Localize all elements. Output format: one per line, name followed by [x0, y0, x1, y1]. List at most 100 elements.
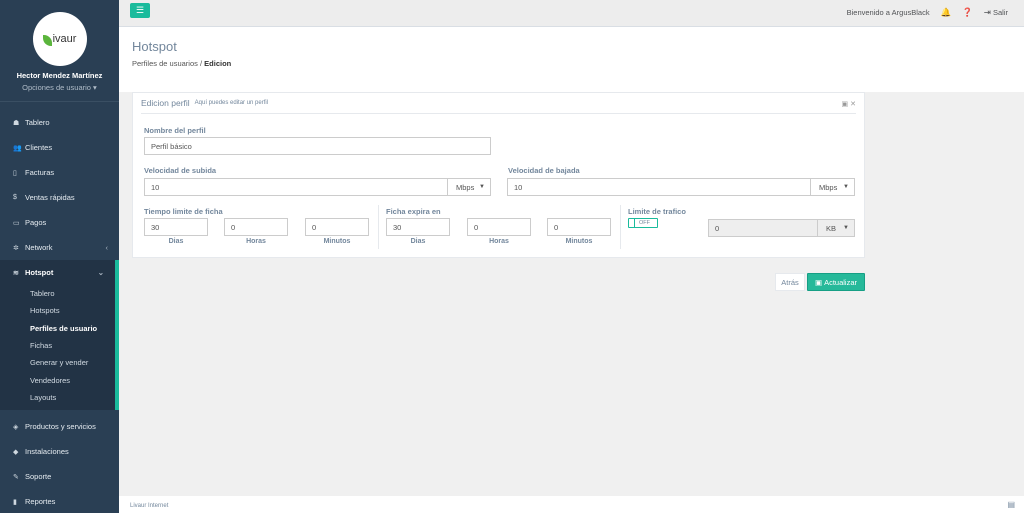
hotspot-group: ≋ Hotspot ⌄ Tablero Hotspots Perfiles de u…: [0, 260, 119, 411]
upload-unit-select[interactable]: Mbps ▼: [448, 178, 491, 196]
traffic-unit-select[interactable]: KB ▼: [818, 219, 855, 237]
breadcrumb-parent[interactable]: Perfiles de usuarios: [132, 59, 198, 68]
minutes-label: Minutos: [565, 238, 593, 245]
book-icon: ▮: [13, 498, 17, 506]
days-label: Dias: [410, 238, 426, 245]
users-icon: 👥: [13, 144, 22, 152]
profile-name-input[interactable]: Perfil básico: [144, 137, 491, 155]
breadcrumb-separator: /: [199, 59, 203, 68]
wifi-icon: ≋: [13, 269, 19, 277]
sidebar-item-reportes[interactable]: ▮ Reportes: [0, 489, 119, 513]
leaf-icon: [42, 34, 52, 46]
chevron-down-icon: ⌄: [97, 268, 104, 277]
chevron-down-icon: ▼: [843, 184, 849, 190]
sidebar-item-network[interactable]: ✲ Network ‹: [0, 235, 119, 260]
help-icon[interactable]: ❓: [962, 7, 973, 18]
upload-unit-value: Mbps: [456, 182, 475, 192]
sidebar-item-ventas[interactable]: $ Ventas rápidas: [0, 185, 119, 210]
hours-label: Horas: [246, 238, 266, 245]
submenu-perfiles[interactable]: Perfiles de usuario: [0, 320, 115, 337]
sidebar-item-label: Tablero: [25, 118, 50, 127]
footer: Livaur Internet ▤: [119, 496, 1024, 513]
upload-speed-label: Velocidad de subida: [144, 166, 217, 175]
time-limit-hours-input[interactable]: 0: [224, 218, 288, 236]
submenu-fichas[interactable]: Fichas: [0, 337, 115, 354]
traffic-limit-label: Limite de trafico: [628, 207, 686, 216]
logout-label: Salir: [992, 8, 1008, 17]
sidebar-item-productos[interactable]: ◈ Productos y servicios: [0, 414, 119, 439]
expire-minutes-input[interactable]: 0: [547, 218, 611, 236]
file-icon: ▯: [13, 169, 17, 177]
panel-tools: ▣ ✕: [842, 100, 856, 108]
save-icon: ▣: [814, 277, 823, 287]
page-header: Hotspot Perfiles de usuarios / Edicion: [119, 27, 1024, 92]
logo-text: ivaur: [52, 33, 77, 45]
upload-speed-input[interactable]: 10: [144, 178, 448, 196]
welcome-text[interactable]: Bienvenido a ArgusBlack: [847, 8, 930, 17]
sitemap-icon: ✲: [13, 244, 19, 252]
divider: [620, 205, 621, 249]
sidebar-item-label: Clientes: [25, 143, 53, 152]
sign-out-icon: ⇥: [983, 7, 991, 17]
time-limit-minutes-input[interactable]: 0: [305, 218, 369, 236]
download-speed-input[interactable]: 10: [507, 178, 811, 196]
sidebar-item-label: Facturas: [25, 168, 55, 177]
sidebar: ivaur Hector Mendez Martínez Opciones de…: [0, 0, 119, 513]
bell-icon[interactable]: 🔔: [941, 7, 952, 18]
hours-label: Horas: [489, 238, 509, 245]
sidebar-item-label: Reportes: [25, 497, 56, 507]
submenu-layouts[interactable]: Layouts: [0, 389, 115, 406]
profile-name-label: Nombre del perfil: [144, 126, 206, 135]
top-right-menu: Bienvenido a ArgusBlack 🔔 ❓ ⇥ Salir: [847, 7, 1008, 18]
submenu-vendedores[interactable]: Vendedores: [0, 371, 115, 388]
back-button[interactable]: Atrás: [775, 273, 805, 291]
top-navbar: ☰ Bienvenido a ArgusBlack 🔔 ❓ ⇥ Salir: [119, 0, 1024, 27]
expire-label: Ficha expira en: [386, 207, 441, 216]
download-speed-label: Velocidad de bajada: [508, 166, 580, 175]
submenu-hotspots[interactable]: Hotspots: [0, 302, 115, 319]
traffic-limit-toggle[interactable]: OFF: [628, 218, 658, 228]
profile-block: ivaur Hector Mendez Martínez Opciones de…: [0, 0, 119, 102]
time-limit-days-input[interactable]: 30: [144, 218, 208, 236]
sidebar-item-facturas[interactable]: ▯ Facturas: [0, 160, 119, 185]
sidebar-item-tablero[interactable]: ☗ Tablero: [0, 110, 119, 135]
update-label: Actualizar: [824, 277, 858, 287]
profile-options-link[interactable]: Opciones de usuario ▾: [0, 83, 119, 92]
download-unit-select[interactable]: Mbps ▼: [811, 178, 855, 196]
sidebar-item-clientes[interactable]: 👥 Clientes: [0, 135, 119, 160]
menu-toggle-button[interactable]: ☰: [130, 3, 150, 18]
wrench-icon: ✎: [13, 473, 19, 481]
sidebar-item-label: Hotspot: [25, 268, 54, 277]
logout-link[interactable]: ⇥ Salir: [984, 7, 1008, 18]
sidebar-item-soporte[interactable]: ✎ Soporte: [0, 464, 119, 489]
sidebar-item-pagos[interactable]: ▭ Pagos: [0, 210, 119, 235]
brand-logo: ivaur: [32, 12, 87, 66]
sidebar-item-label: Instalaciones: [25, 447, 69, 457]
footer-text: Livaur Internet: [130, 503, 169, 509]
footer-icon: ▤: [1007, 500, 1015, 509]
sidebar-item-hotspot[interactable]: ≋ Hotspot ⌄: [0, 260, 115, 285]
expire-hours-input[interactable]: 0: [467, 218, 531, 236]
submenu-tablero[interactable]: Tablero: [0, 285, 115, 302]
breadcrumb: Perfiles de usuarios / Edicion: [132, 59, 231, 68]
sidebar-nav: ☗ Tablero 👥 Clientes ▯ Facturas $ Ventas ráp…: [0, 110, 119, 513]
tags-icon: ◈: [13, 423, 19, 431]
submenu-generar[interactable]: Generar y vender: [0, 354, 115, 371]
download-unit-value: Mbps: [819, 182, 838, 192]
chevron-down-icon: ▼: [479, 184, 485, 190]
update-button[interactable]: ▣ Actualizar: [807, 273, 865, 291]
sidebar-item-label: Soporte: [25, 472, 52, 482]
sidebar-item-label: Network: [25, 243, 53, 252]
sidebar-item-label: Ventas rápidas: [25, 193, 75, 202]
sidebar-item-label: Productos y servicios: [25, 422, 96, 432]
money-icon: ▭: [13, 219, 20, 227]
edit-profile-panel: Edicion perfil Aquí puedes editar un per…: [132, 92, 865, 258]
chevron-left-icon: ‹: [105, 243, 109, 252]
sidebar-item-instalaciones[interactable]: ◆ Instalaciones: [0, 439, 119, 464]
traffic-limit-input[interactable]: 0: [708, 219, 818, 237]
page-title: Hotspot: [132, 39, 177, 54]
close-icon[interactable]: ✕: [850, 101, 856, 108]
chevron-down-icon: ▼: [843, 225, 849, 231]
expire-days-input[interactable]: 30: [386, 218, 450, 236]
save-icon[interactable]: ▣: [842, 101, 849, 108]
